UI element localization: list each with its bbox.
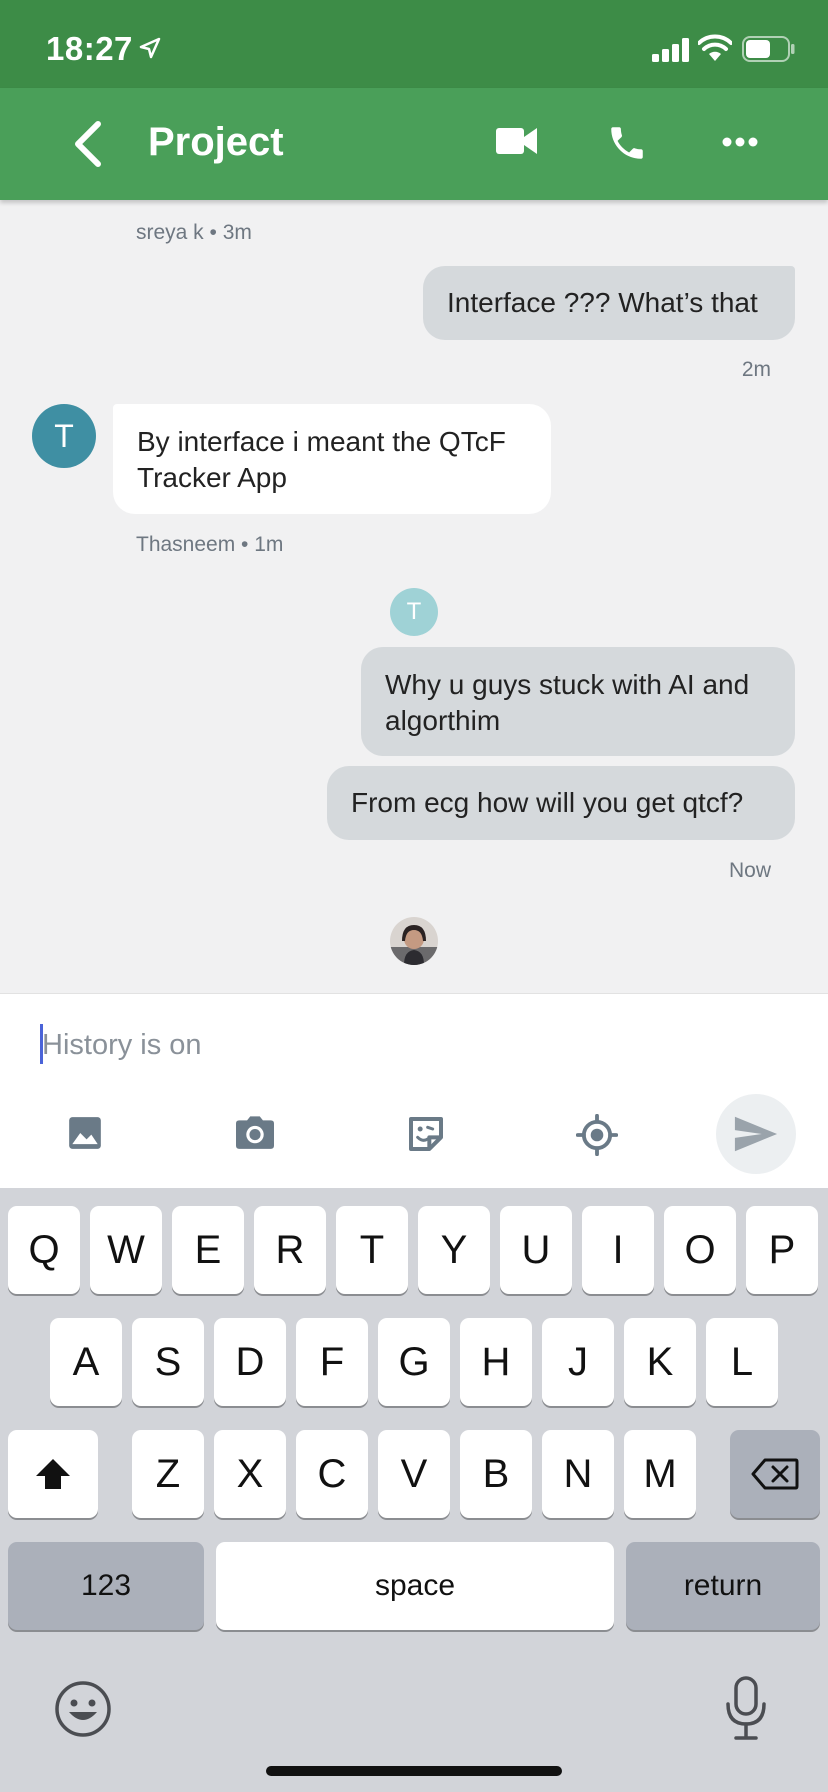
message-timestamp: 2m (741, 358, 771, 381)
read-receipt-avatar (390, 917, 438, 965)
message-timestamp: Now (728, 859, 771, 882)
camera-icon[interactable] (234, 1114, 276, 1152)
status-bar: 18:27 (0, 0, 828, 88)
message-meta-sender: Thasneem • 1m (136, 533, 284, 556)
status-time: 18:27 (46, 30, 133, 67)
avatar-initial: T (406, 598, 422, 625)
chat-header: Project (0, 88, 828, 200)
avatar[interactable]: T (32, 404, 96, 468)
key-s[interactable]: S (132, 1318, 204, 1406)
home-indicator (266, 1766, 562, 1776)
key-y[interactable]: Y (418, 1206, 490, 1294)
avatar-initial: T (54, 417, 74, 454)
key-u[interactable]: U (500, 1206, 572, 1294)
key-h[interactable]: H (460, 1318, 532, 1406)
send-icon (734, 1116, 778, 1152)
key-b[interactable]: B (460, 1430, 532, 1518)
phone-icon[interactable] (606, 122, 648, 164)
space-key[interactable]: space (216, 1542, 614, 1630)
message-input[interactable] (40, 1020, 744, 1070)
backspace-icon (751, 1458, 799, 1490)
send-button[interactable] (716, 1094, 796, 1174)
key-j[interactable]: J (542, 1318, 614, 1406)
key-d[interactable]: D (214, 1318, 286, 1406)
key-w[interactable]: W (90, 1206, 162, 1294)
key-p[interactable]: P (746, 1206, 818, 1294)
wifi-icon (698, 34, 732, 61)
image-icon[interactable] (66, 1114, 104, 1152)
message-text: Why u guys stuck with AI and algorthim (385, 669, 750, 736)
message-composer (0, 993, 828, 1189)
microphone-icon[interactable] (724, 1676, 768, 1742)
key-r[interactable]: R (254, 1206, 326, 1294)
video-camera-icon[interactable] (496, 126, 538, 156)
location-arrow-icon (139, 37, 161, 59)
page-title: Project (148, 120, 284, 164)
key-f[interactable]: F (296, 1318, 368, 1406)
key-t[interactable]: T (336, 1206, 408, 1294)
key-l[interactable]: L (706, 1318, 778, 1406)
battery-icon (742, 36, 795, 62)
message-text: Interface ??? What’s that (447, 287, 758, 318)
key-i[interactable]: I (582, 1206, 654, 1294)
outgoing-message[interactable]: From ecg how will you get qtcf? (327, 766, 795, 840)
more-icon[interactable] (722, 136, 758, 148)
outgoing-message[interactable]: Why u guys stuck with AI and algorthim (361, 647, 795, 756)
key-m[interactable]: M (624, 1430, 696, 1518)
key-q[interactable]: Q (8, 1206, 80, 1294)
location-target-icon[interactable] (576, 1114, 618, 1156)
incoming-message[interactable]: By interface i meant the QTcF Tracker Ap… (113, 404, 551, 514)
key-o[interactable]: O (664, 1206, 736, 1294)
key-g[interactable]: G (378, 1318, 450, 1406)
return-key[interactable]: return (626, 1542, 820, 1630)
key-z[interactable]: Z (132, 1430, 204, 1518)
shift-icon (36, 1459, 70, 1489)
signal-icon (652, 38, 689, 62)
message-meta-sender: sreya k • 3m (136, 221, 252, 244)
key-c[interactable]: C (296, 1430, 368, 1518)
key-a[interactable]: A (50, 1318, 122, 1406)
shift-key[interactable] (8, 1430, 98, 1518)
back-icon[interactable] (70, 118, 106, 170)
key-n[interactable]: N (542, 1430, 614, 1518)
key-x[interactable]: X (214, 1430, 286, 1518)
key-k[interactable]: K (624, 1318, 696, 1406)
sticker-icon[interactable] (406, 1114, 446, 1154)
read-receipt-avatar: T (390, 588, 438, 636)
numbers-key[interactable]: 123 (8, 1542, 204, 1630)
key-e[interactable]: E (172, 1206, 244, 1294)
key-v[interactable]: V (378, 1430, 450, 1518)
outgoing-message[interactable]: Interface ??? What’s that (423, 266, 795, 340)
backspace-key[interactable] (730, 1430, 820, 1518)
message-text: By interface i meant the QTcF Tracker Ap… (137, 426, 506, 493)
message-text: From ecg how will you get qtcf? (351, 787, 744, 818)
emoji-icon[interactable] (54, 1680, 112, 1738)
keyboard: Q W E R T Y U I O P A S D F G H J K L Z … (0, 1188, 828, 1792)
